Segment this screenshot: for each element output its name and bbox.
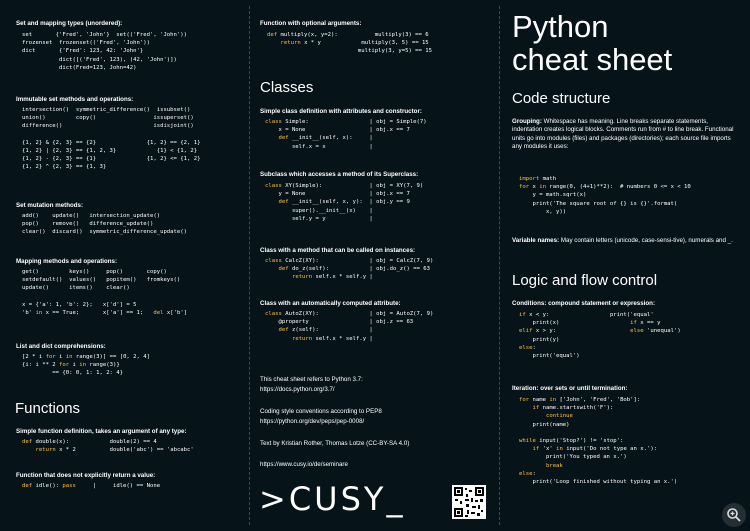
variable-names-label: Variable names:: [512, 237, 560, 244]
grouping-label: Grouping:: [512, 118, 542, 125]
set-types-code: set {'Fred', 'John'} set(('Fred', 'John'…: [22, 32, 188, 71]
iteration-code: for name in ['John', 'Fred', 'Bob']: if …: [519, 397, 678, 486]
class-subclass-code: class XY(Simple): | obj = XY(7, 9) y = N…: [265, 183, 424, 222]
pep8-link[interactable]: https://python.org/dev/peps/pep-0008/: [260, 418, 364, 426]
python-version-note: This cheat sheet refers to Python 3.7:: [260, 376, 363, 383]
iteration-heading: Iteration: over sets or until terminatio…: [512, 385, 628, 392]
comprehension-code: [2 * i for i in range(3)] == [0, 2, 4] {…: [22, 354, 151, 377]
classes-title: Classes: [260, 79, 314, 96]
logic-flow-title: Logic and flow control: [512, 272, 658, 289]
mapping-heading: Mapping methods and operations:: [16, 258, 118, 265]
conditions-code: if x < y: print('equal' print(x) if x ==…: [519, 312, 681, 360]
authors-note: Text by Kristian Rother, Thomas Lotze (C…: [260, 440, 410, 447]
optional-args-heading: Function with optional arguments:: [260, 20, 362, 27]
optional-args-code: def multiply(x, y=2): multiply(3) == 6 r…: [267, 32, 433, 55]
class-simple-heading: Simple class definition with attributes …: [260, 108, 422, 115]
code-structure-title: Code structure: [512, 90, 611, 107]
conditions-heading: Conditions: compound statement or expres…: [512, 300, 656, 307]
class-method-code: class CalcZ(XY): | obj = CalcZ(7, 9) def…: [265, 258, 434, 281]
functions-title: Functions: [15, 400, 81, 417]
set-mutation-code: add() update() intersection_update() pop…: [22, 213, 188, 236]
comprehension-heading: List and dict comprehensions:: [16, 343, 106, 350]
simple-function-heading: Simple function definition, takes an arg…: [16, 428, 187, 435]
column-code-structure: Python cheat sheet Code structure Groupi…: [499, 0, 750, 531]
no-return-code: def idle(): pass | idle() == None: [22, 483, 161, 489]
title-cheat-sheet: cheat sheet: [512, 42, 673, 77]
immutable-set-heading: Immutable set methods and operations:: [16, 96, 134, 103]
column-classes: Function with optional arguments: def mu…: [249, 0, 499, 531]
class-simple-code: class Simple: | obj = Simple(7) x = None…: [265, 119, 427, 150]
variable-names-paragraph: Variable names: May contain letters (uni…: [512, 237, 738, 245]
variable-names-text: May contain letters (unicode, case-sensi…: [559, 237, 733, 244]
python-docs-link[interactable]: https://docs.python.org/3.7/: [260, 386, 335, 394]
grouping-code: import math for x in range(0, (4+1)**2):…: [519, 176, 691, 215]
class-method-heading: Class with a method that can be called o…: [260, 247, 416, 254]
simple-function-code: def double(x): double(2) == 4 return x *…: [22, 439, 194, 454]
no-return-heading: Function that does not explicitly return…: [16, 472, 156, 479]
seminar-link[interactable]: https://www.cusy.io/de/seminare: [260, 461, 348, 469]
immutable-set-code: intersection() symmetric_difference() is…: [22, 107, 201, 171]
set-mutation-heading: Set mutation methods:: [16, 202, 84, 209]
pep8-note: Coding style conventions according to PE…: [260, 408, 382, 415]
column-sets-functions: Set and mapping types (unordered): set {…: [0, 0, 249, 531]
mapping-code: get() keys() pop() copy() setdefault() v…: [22, 269, 188, 317]
set-types-heading: Set and mapping types (unordered):: [16, 20, 123, 27]
zoom-in-icon[interactable]: [722, 503, 746, 527]
cusy-logo: >CUSY_: [259, 480, 406, 518]
class-subclass-heading: Subclass which accesses a method of its …: [260, 171, 419, 178]
title-python: Python: [512, 9, 609, 44]
qr-code-icon: [452, 485, 486, 519]
class-property-code: class AutoZ(XY): | obj = AutoZ(7, 9) @pr…: [265, 311, 434, 342]
grouping-paragraph: Grouping: Whitespace has meaning. Line b…: [512, 118, 738, 152]
grouping-text: Whitespace has meaning. Line breaks sepa…: [512, 118, 734, 151]
class-property-heading: Class with an automatically computed att…: [260, 300, 401, 307]
